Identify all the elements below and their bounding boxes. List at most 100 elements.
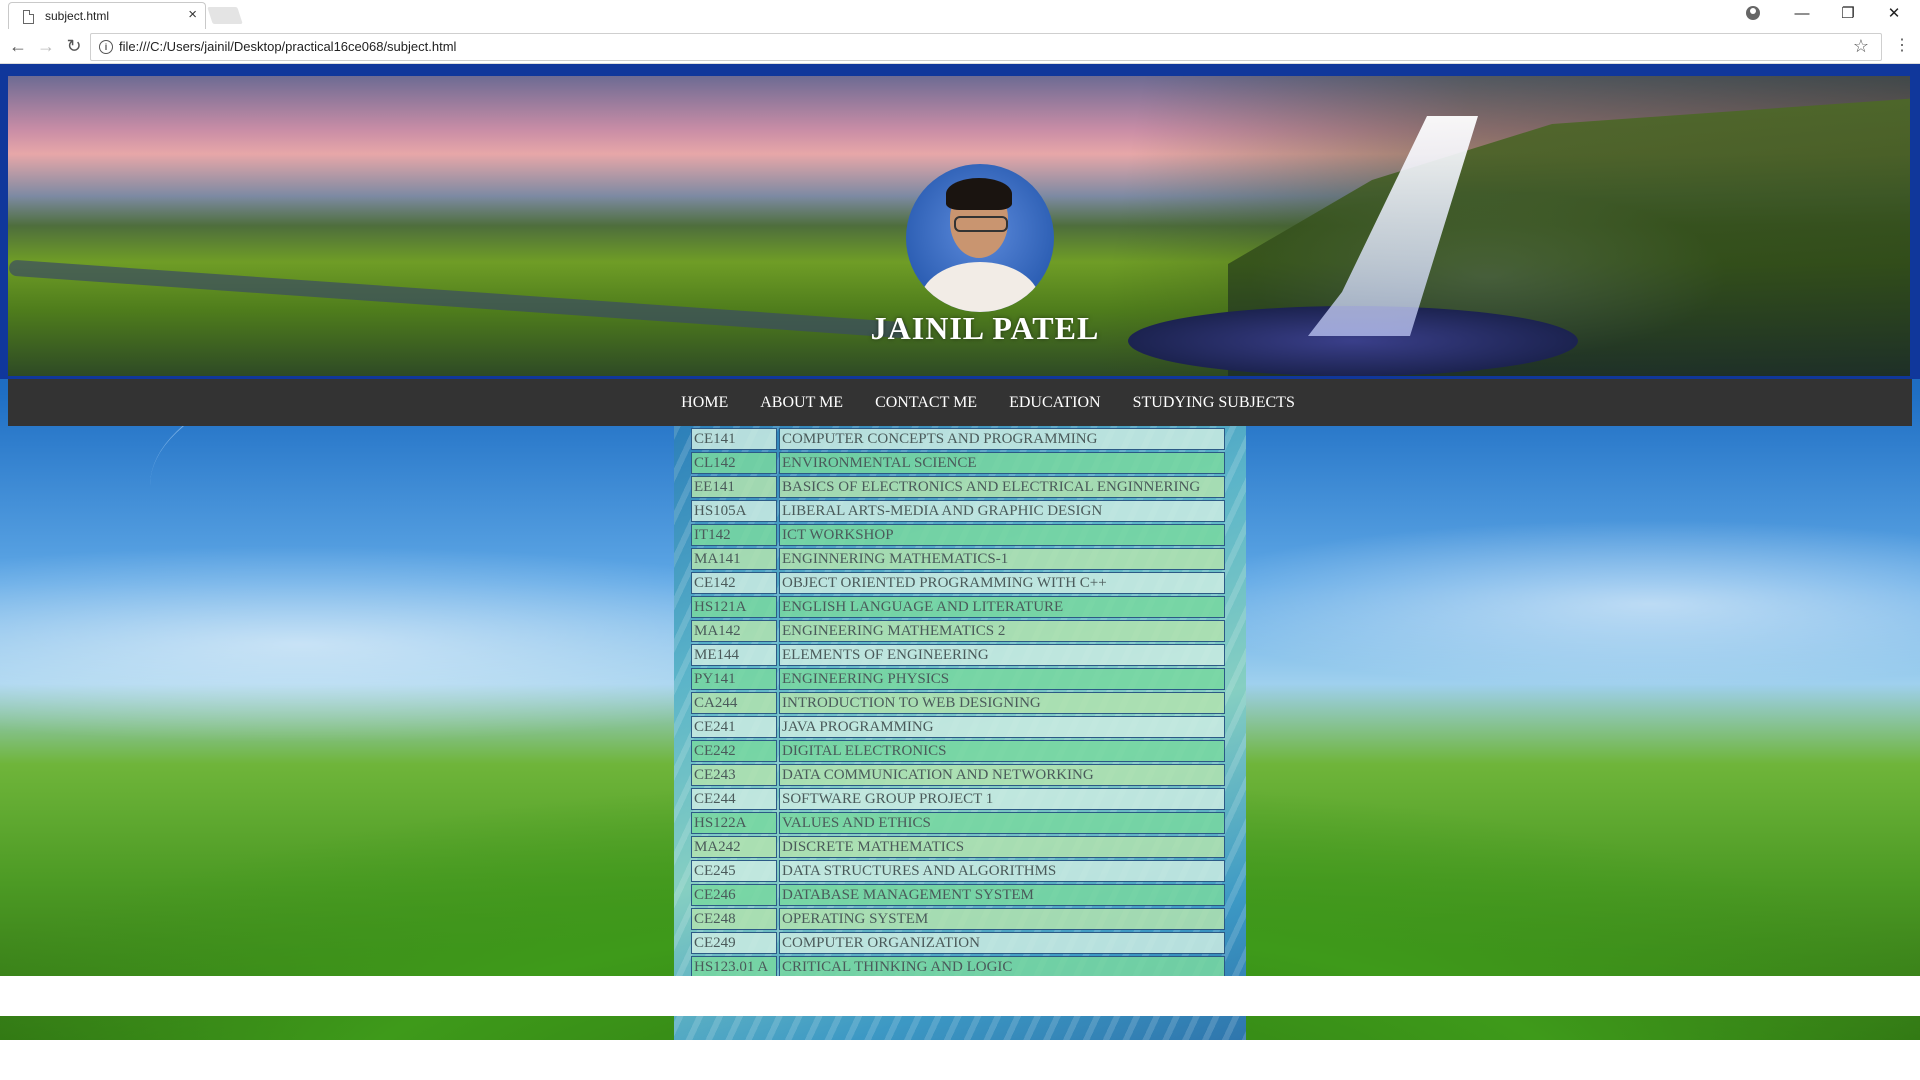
table-row: CA244 INTRODUCTION TO WEB DESIGNING — [691, 692, 1225, 714]
subject-code-cell: CE142 — [691, 572, 777, 594]
subject-code-cell: PY141 — [691, 668, 777, 690]
table-row: CE141 COMPUTER CONCEPTS AND PROGRAMMING — [691, 428, 1225, 450]
subject-name-cell: JAVA PROGRAMMING — [779, 716, 1225, 738]
table-row: CE243 DATA COMMUNICATION AND NETWORKING — [691, 764, 1225, 786]
subject-code-cell: CE243 — [691, 764, 777, 786]
subject-code-cell: EE141 — [691, 476, 777, 498]
site-name: JAINIL PATEL — [870, 310, 1100, 346]
table-row: MA141 ENGINNERING MATHEMATICS-1 — [691, 548, 1225, 570]
nav-education[interactable]: EDUCATION — [1009, 379, 1101, 426]
subject-name-cell: DATA COMMUNICATION AND NETWORKING — [779, 764, 1225, 786]
subject-name-cell: CRITICAL THINKING AND LOGIC — [779, 956, 1225, 978]
table-row: HS105A LIBERAL ARTS-MEDIA AND GRAPHIC DES… — [691, 500, 1225, 522]
table-row: MA142 ENGINEERING MATHEMATICS 2 — [691, 620, 1225, 642]
subject-name-cell: SOFTWARE GROUP PROJECT 1 — [779, 788, 1225, 810]
subject-code-cell: MA142 — [691, 620, 777, 642]
subject-code-cell: CE242 — [691, 740, 777, 762]
reload-icon[interactable]: ↻ — [62, 34, 86, 58]
browser-tab[interactable]: subject.html × — [8, 2, 206, 30]
table-row: CE245 DATA STRUCTURES AND ALGORITHMS — [691, 860, 1225, 882]
subject-name-cell: BASICS OF ELECTRONICS AND ELECTRICAL ENG… — [779, 476, 1225, 498]
subject-code-cell: MA242 — [691, 836, 777, 858]
subject-name-cell: DATA STRUCTURES AND ALGORITHMS — [779, 860, 1225, 882]
subject-name-cell: VALUES AND ETHICS — [779, 812, 1225, 834]
browser-menu-icon[interactable]: ⋮ — [1894, 36, 1910, 56]
subject-name-cell: DISCRETE MATHEMATICS — [779, 836, 1225, 858]
subject-name-cell: ENGLISH LANGUAGE AND LITERATURE — [779, 596, 1225, 618]
back-icon[interactable]: ← — [6, 34, 30, 58]
subjects-table-panel: CE141 COMPUTER CONCEPTS AND PROGRAMMING CL… — [674, 426, 1246, 1040]
subject-code-cell: CE241 — [691, 716, 777, 738]
tab-close-icon[interactable]: × — [188, 6, 197, 23]
subject-code-cell: CE141 — [691, 428, 777, 450]
main-nav: HOME ABOUT ME CONTACT ME EDUCATION STUDY… — [8, 379, 1912, 426]
subject-name-cell: COMPUTER ORGANIZATION — [779, 932, 1225, 954]
subject-name-cell: DIGITAL ELECTRONICS — [779, 740, 1225, 762]
subject-code-cell: CE245 — [691, 860, 777, 882]
browser-toolbar: ← → ↻ i file:///C:/Users/jainil/Desktop/… — [0, 29, 1920, 64]
subject-name-cell: ENGINEERING PHYSICS — [779, 668, 1225, 690]
restore-icon[interactable]: ❐ — [1826, 0, 1870, 29]
forward-icon[interactable]: → — [34, 34, 58, 58]
subject-code-cell: CL142 — [691, 452, 777, 474]
nav-contact-me[interactable]: CONTACT ME — [875, 379, 977, 426]
table-row: IT142 ICT WORKSHOP — [691, 524, 1225, 546]
subject-code-cell: HS121A — [691, 596, 777, 618]
subject-code-cell: CE249 — [691, 932, 777, 954]
subject-code-cell: MA141 — [691, 548, 777, 570]
table-row: HS121A ENGLISH LANGUAGE AND LITERATURE — [691, 596, 1225, 618]
nav-home[interactable]: HOME — [681, 379, 728, 426]
subject-code-cell: HS123.01 A — [691, 956, 777, 978]
table-row: HS122A VALUES AND ETHICS — [691, 812, 1225, 834]
subject-name-cell: ENVIRONMENTAL SCIENCE — [779, 452, 1225, 474]
info-icon[interactable]: i — [99, 40, 113, 54]
subject-code-cell: CA244 — [691, 692, 777, 714]
subject-name-cell: OPERATING SYSTEM — [779, 908, 1225, 930]
page-icon — [23, 10, 34, 24]
bookmark-star-icon[interactable]: ☆ — [1853, 36, 1869, 57]
subject-name-cell: ICT WORKSHOP — [779, 524, 1225, 546]
subject-code-cell: IT142 — [691, 524, 777, 546]
url-text[interactable]: file:///C:/Users/jainil/Desktop/practica… — [119, 39, 456, 54]
table-row: CL142 ENVIRONMENTAL SCIENCE — [691, 452, 1225, 474]
table-row: CE249 COMPUTER ORGANIZATION — [691, 932, 1225, 954]
subject-name-cell: INTRODUCTION TO WEB DESIGNING — [779, 692, 1225, 714]
subject-name-cell: ENGINEERING MATHEMATICS 2 — [779, 620, 1225, 642]
nav-studying-subjects[interactable]: STUDYING SUBJECTS — [1133, 379, 1295, 426]
table-row: CE244 SOFTWARE GROUP PROJECT 1 — [691, 788, 1225, 810]
subject-code-cell: HS105A — [691, 500, 777, 522]
new-tab-button[interactable] — [207, 7, 243, 24]
table-row: CE246 DATABASE MANAGEMENT SYSTEM — [691, 884, 1225, 906]
subject-code-cell: ME144 — [691, 644, 777, 666]
table-row: CE142 OBJECT ORIENTED PROGRAMMING WITH C+… — [691, 572, 1225, 594]
subject-name-cell: LIBERAL ARTS-MEDIA AND GRAPHIC DESIGN — [779, 500, 1225, 522]
table-row: MA242 DISCRETE MATHEMATICS — [691, 836, 1225, 858]
address-bar[interactable]: i file:///C:/Users/jainil/Desktop/practi… — [90, 33, 1882, 61]
subject-name-cell: COMPUTER CONCEPTS AND PROGRAMMING — [779, 428, 1225, 450]
minimize-icon[interactable]: — — [1780, 0, 1824, 29]
subject-name-cell: OBJECT ORIENTED PROGRAMMING WITH C++ — [779, 572, 1225, 594]
subject-code-cell: CE248 — [691, 908, 777, 930]
table-row: EE141 BASICS OF ELECTRONICS AND ELECTRICA… — [691, 476, 1225, 498]
profile-icon[interactable] — [1746, 6, 1760, 20]
avatar — [906, 164, 1054, 312]
header-banner: JAINIL PATEL — [0, 64, 1920, 379]
subject-code-cell: HS122A — [691, 812, 777, 834]
table-row: ME144 ELEMENTS OF ENGINEERING — [691, 644, 1225, 666]
table-row: PY141 ENGINEERING PHYSICS — [691, 668, 1225, 690]
tab-title: subject.html — [45, 9, 110, 23]
subject-code-cell: CE246 — [691, 884, 777, 906]
subject-name-cell: ELEMENTS OF ENGINEERING — [779, 644, 1225, 666]
table-row: CE248 OPERATING SYSTEM — [691, 908, 1225, 930]
table-row: CE242 DIGITAL ELECTRONICS — [691, 740, 1225, 762]
subjects-table: CE141 COMPUTER CONCEPTS AND PROGRAMMING CL… — [689, 426, 1227, 1004]
subject-code-cell: CE244 — [691, 788, 777, 810]
nav-about-me[interactable]: ABOUT ME — [760, 379, 843, 426]
subject-name-cell: DATABASE MANAGEMENT SYSTEM — [779, 884, 1225, 906]
tab-strip: subject.html × — ❐ ✕ — [0, 0, 1920, 30]
table-row: HS123.01 A CRITICAL THINKING AND LOGIC — [691, 956, 1225, 978]
page-viewport: JAINIL PATEL HOME ABOUT ME CONTACT ME ED… — [0, 64, 1920, 1040]
window-close-icon[interactable]: ✕ — [1872, 0, 1916, 29]
table-row: CE241 JAVA PROGRAMMING — [691, 716, 1225, 738]
subject-name-cell: ENGINNERING MATHEMATICS-1 — [779, 548, 1225, 570]
